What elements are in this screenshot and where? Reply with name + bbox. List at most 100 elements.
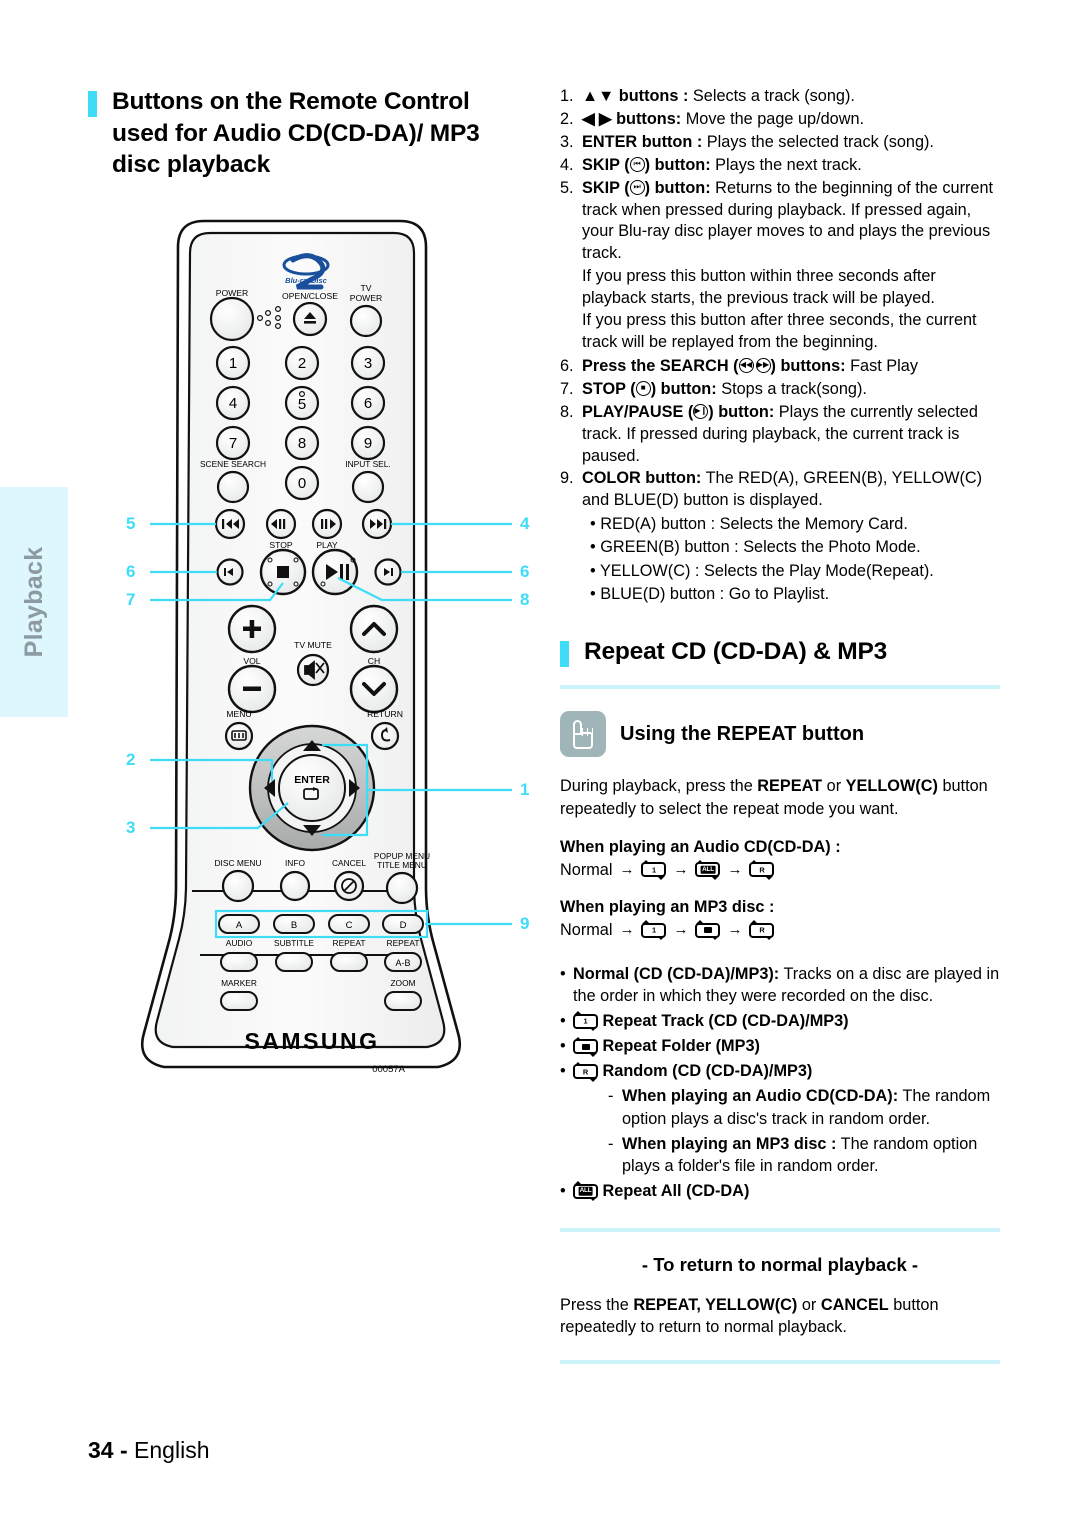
instruction-item-6: 6. Press the SEARCH (◀◀ ▶▶) buttons: Fast… xyxy=(560,356,1000,378)
item-bold-pre: PLAY/PAUSE ( xyxy=(582,402,694,421)
color-bullet-green: • GREEN(B) button : Selects the Photo Mo… xyxy=(590,538,921,557)
instruction-list: 1. ▲▼ buttons : Selects a track (song). … xyxy=(560,86,1000,606)
item-number: 9. xyxy=(560,469,574,488)
repeat-track-icon: 1 xyxy=(641,859,667,880)
svg-text:VOL: VOL xyxy=(243,656,260,666)
random-icon: R xyxy=(749,859,775,880)
svg-text:INPUT SEL.: INPUT SEL. xyxy=(345,459,390,469)
random-sub-item-mp3: - When playing an MP3 disc : The random … xyxy=(608,1133,1000,1177)
svg-text:00057A: 00057A xyxy=(372,1064,405,1075)
item-text: COLOR button: The RED(A), GREEN(B), YELL… xyxy=(582,468,1000,512)
color-button-bullets: • RED(A) button : Selects the Memory Car… xyxy=(582,513,1000,606)
bullet-dot: • xyxy=(560,1062,566,1081)
random-sub-item-cd: - When playing an Audio CD(CD-DA): The r… xyxy=(608,1085,1000,1129)
bullet-text: ALL Repeat All (CD-DA) xyxy=(573,1180,1000,1202)
item-number: 2. xyxy=(560,109,574,128)
svg-text:MARKER: MARKER xyxy=(221,978,257,988)
subheading-text: Using the REPEAT button xyxy=(620,722,865,745)
repeat-intro-paragraph: During playback, press the REPEAT or YEL… xyxy=(560,775,1000,819)
instruction-item-5: 5. SKIP (⏭) button: Returns to the begin… xyxy=(560,178,1000,266)
sidebar-chapter-label: Playback xyxy=(19,546,48,658)
svg-text:AUDIO: AUDIO xyxy=(226,938,253,948)
bullet-bold: Random (CD (CD-DA)/MP3) xyxy=(602,1062,813,1081)
svg-text:A: A xyxy=(236,920,243,931)
cd-sequence-block: When playing an Audio CD(CD-DA) : Normal… xyxy=(560,838,1000,882)
skip-prev-key-icon: ⏮ xyxy=(629,156,645,172)
item-rest: Plays the selected track (song). xyxy=(702,132,934,151)
sub-item-bold: When playing an MP3 disc : xyxy=(622,1134,837,1153)
svg-text:8: 8 xyxy=(298,435,306,452)
item-rest: Move the page up/down. xyxy=(681,109,865,128)
skip-next-key-icon: ⏭ xyxy=(629,179,645,195)
instruction-item-5-cont-1: If you press this button within three se… xyxy=(582,267,936,308)
intro-pre: During playback, press the xyxy=(560,777,758,796)
svg-text:B: B xyxy=(291,920,297,931)
arrow-right-icon: → xyxy=(727,860,743,878)
item-number: 4. xyxy=(560,155,574,174)
repeat-track-icon: 1 xyxy=(641,920,667,941)
callout-6-right: 6 xyxy=(520,562,530,581)
bullet-normal: • Normal (CD (CD-DA)/MP3): Tracks on a d… xyxy=(560,963,1000,1007)
bullet-text: Normal (CD (CD-DA)/MP3): Tracks on a dis… xyxy=(573,963,1000,1007)
item-bold: ▲▼ buttons : xyxy=(582,87,689,105)
bullet-text: Repeat Folder (MP3) xyxy=(573,1035,1000,1057)
bullet-repeat-folder: • Repeat Folder (MP3) xyxy=(560,1035,1000,1057)
svg-text:SAMSUNG: SAMSUNG xyxy=(244,1028,379,1054)
heading-accent-bar xyxy=(88,91,97,117)
item-text: ▲▼ buttons : Selects a track (song). xyxy=(582,86,1000,108)
svg-text:1: 1 xyxy=(229,355,237,372)
item-bold-pre: STOP ( xyxy=(582,379,636,398)
item-bold: ◀ ▶ buttons: xyxy=(582,109,682,128)
bullet-dot: • xyxy=(560,1181,566,1200)
item-bold-post: ) button: xyxy=(644,178,711,197)
mp3-sequence-label: When playing an MP3 disc : xyxy=(560,898,775,917)
svg-text:SUBTITLE: SUBTITLE xyxy=(274,938,314,948)
random-icon: R xyxy=(573,1061,598,1082)
item-text: ENTER button : Plays the selected track … xyxy=(582,132,1000,154)
arrow-right-icon: → xyxy=(619,860,635,878)
return-to-normal-heading: - To return to normal playback - xyxy=(641,1254,919,1276)
sequence-start-label: Normal xyxy=(560,921,613,940)
svg-text:TV: TV xyxy=(361,283,372,293)
hand-fingers-shape xyxy=(582,728,593,737)
dash-marker: - xyxy=(608,1087,614,1106)
dash-marker: - xyxy=(608,1134,614,1153)
bullet-bold: Repeat Folder (MP3) xyxy=(602,1037,760,1056)
item-rest: Selects a track (song). xyxy=(688,87,855,105)
svg-text:0: 0 xyxy=(298,475,306,492)
bullet-repeat-all: • ALL Repeat All (CD-DA) xyxy=(560,1180,1000,1202)
item-bold: COLOR button: xyxy=(582,469,702,488)
bullet-bold: Normal (CD (CD-DA)/MP3): xyxy=(573,964,780,983)
svg-text:STOP: STOP xyxy=(269,540,293,550)
bullet-bold: Repeat Track (CD (CD-DA)/MP3) xyxy=(602,1011,849,1030)
sub-item-text: When playing an Audio CD(CD-DA): The ran… xyxy=(622,1085,1000,1129)
svg-text:9: 9 xyxy=(364,435,372,452)
color-bullet-text: YELLOW(C) : Selects the Play Mode(Repeat… xyxy=(599,561,934,580)
bullet-text: R Random (CD (CD-DA)/MP3) xyxy=(573,1060,1000,1082)
arrow-right-icon: → xyxy=(673,921,689,939)
item-text: ◀ ▶ buttons: Move the page up/down. xyxy=(582,109,1000,131)
intro-bold-repeat: REPEAT xyxy=(757,777,823,796)
callout-9: 9 xyxy=(520,914,530,933)
footer-page-number: 34 xyxy=(88,1437,114,1463)
color-bullet-text: BLUE(D) button : Go to Playlist. xyxy=(600,584,830,603)
svg-text:PLAY: PLAY xyxy=(316,540,338,550)
callout-7: 7 xyxy=(126,590,136,609)
instruction-item-3: 3. ENTER button : Plays the selected tra… xyxy=(560,132,1000,154)
item-number: 1. xyxy=(560,87,574,105)
heading-accent-bar xyxy=(560,640,569,667)
svg-text:D: D xyxy=(400,920,407,931)
sub-item-text: When playing an MP3 disc : The random op… xyxy=(622,1133,1000,1177)
remote-control-diagram: Blu-rayDisc POWER OPEN/CLOSE TV POWER 1 … xyxy=(120,215,540,1105)
return-bold-2: CANCEL xyxy=(820,1296,889,1315)
bullet-dot: • xyxy=(560,1011,566,1030)
return-mid: or xyxy=(797,1296,821,1315)
item-number: 7. xyxy=(560,379,574,398)
item-text: Press the SEARCH (◀◀ ▶▶) buttons: Fast Pl… xyxy=(582,356,1000,378)
item-text: STOP (■) button: Stops a track(song). xyxy=(582,379,1000,401)
item-text: SKIP (⏭) button: Returns to the beginnin… xyxy=(582,178,1000,266)
svg-text:CANCEL: CANCEL xyxy=(332,858,366,868)
page-title-text: Buttons on the Remote Control used for A… xyxy=(112,88,480,179)
item-bold-post: ) button: xyxy=(644,155,711,174)
sequence-start-label: Normal xyxy=(560,860,613,879)
